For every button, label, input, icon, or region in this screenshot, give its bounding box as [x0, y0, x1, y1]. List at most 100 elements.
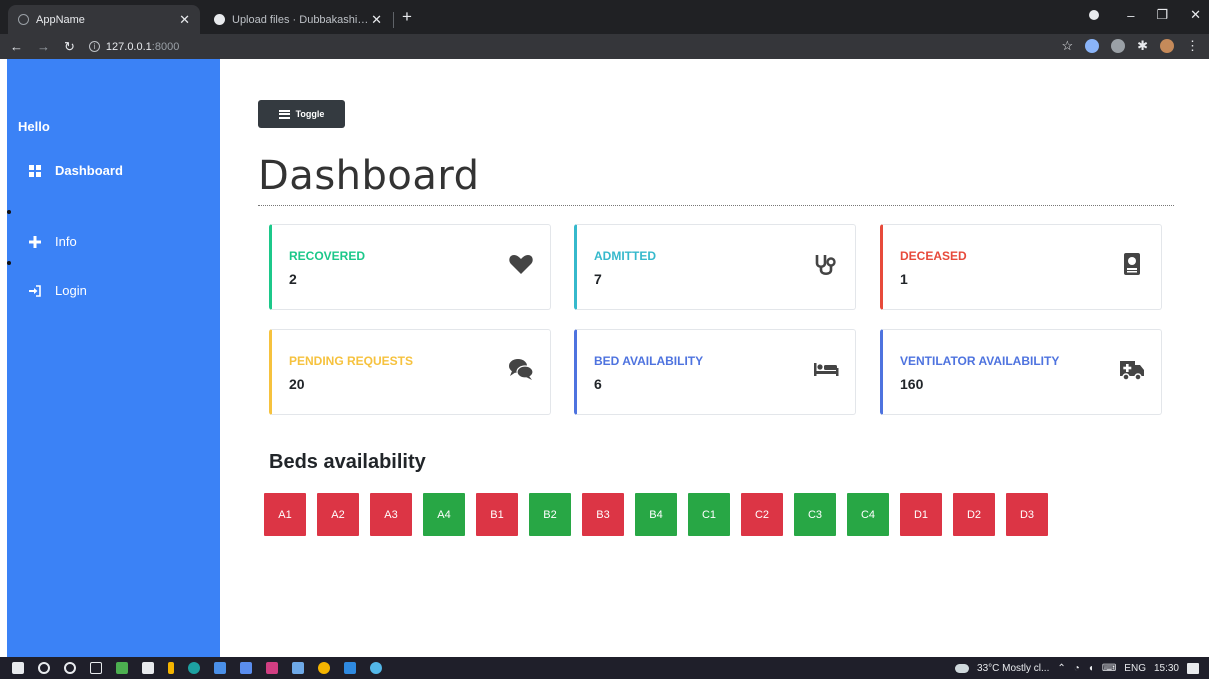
- card-recovered: RECOVERED 2: [269, 224, 551, 310]
- sidebar: Hello Dashboard Info Login: [7, 59, 220, 657]
- browser-tab-appname[interactable]: AppName ✕: [8, 5, 200, 34]
- bed-c4[interactable]: C4: [847, 493, 889, 536]
- vscode-icon[interactable]: [344, 662, 356, 674]
- main-content: Toggle Dashboard RECOVERED 2 ADMITTED 7 …: [220, 59, 1209, 657]
- toggle-button[interactable]: Toggle: [258, 100, 345, 128]
- browser-toolbar: ← → ↻ i 127.0.0.1:8000 ☆ ✱ ⋮: [0, 34, 1209, 59]
- bed-b2[interactable]: B2: [529, 493, 571, 536]
- minimize-icon[interactable]: –: [1127, 8, 1134, 23]
- keyboard-icon[interactable]: ⌨: [1102, 663, 1116, 674]
- beds-section-title: Beds availability: [269, 451, 426, 473]
- back-arrow-icon[interactable]: ←: [10, 39, 23, 54]
- windows-start-icon[interactable]: [12, 662, 24, 674]
- tab-separator: [393, 12, 394, 28]
- weather-text[interactable]: 33°C Mostly cl...: [977, 663, 1049, 674]
- bed-c2[interactable]: C2: [741, 493, 783, 536]
- close-tab-icon[interactable]: ✕: [371, 12, 382, 28]
- bed-d1[interactable]: D1: [900, 493, 942, 536]
- card-label: VENTILATOR AVAILABILITY: [900, 354, 1060, 368]
- bed-c1[interactable]: C1: [688, 493, 730, 536]
- extension-icon[interactable]: [1111, 39, 1126, 53]
- app-icon[interactable]: [266, 662, 278, 674]
- network-icon[interactable]: [240, 662, 252, 674]
- reload-icon[interactable]: ↻: [64, 39, 75, 55]
- card-value: 7: [594, 271, 602, 287]
- bed-a1[interactable]: A1: [264, 493, 306, 536]
- card-label: RECOVERED: [289, 249, 366, 263]
- maximize-icon[interactable]: ❐: [1156, 7, 1168, 23]
- extension-icon[interactable]: [1085, 39, 1100, 53]
- puzzle-icon[interactable]: ✱: [1137, 38, 1148, 54]
- close-window-icon[interactable]: ✕: [1190, 7, 1201, 23]
- sidebar-item-login[interactable]: Login: [29, 283, 87, 298]
- system-tray: 33°C Mostly cl... ⌃ ◔ ◖ ⌨ ENG 15:30: [955, 657, 1199, 679]
- address-bar[interactable]: i 127.0.0.1:8000: [88, 40, 180, 53]
- ambulance-icon: [1120, 361, 1144, 381]
- tab-title: AppName: [36, 13, 85, 26]
- notification-icon[interactable]: [1187, 662, 1199, 674]
- info-icon[interactable]: i: [88, 41, 100, 52]
- app-icon[interactable]: [292, 662, 304, 674]
- menu-dots-icon[interactable]: ⋮: [1186, 38, 1199, 54]
- grid-icon: [29, 164, 41, 177]
- bed-d3[interactable]: D3: [1006, 493, 1048, 536]
- close-tab-icon[interactable]: ✕: [179, 12, 190, 28]
- app-icon[interactable]: [370, 662, 382, 674]
- card-ventilator-availability: VENTILATOR AVAILABILITY 160: [880, 329, 1162, 415]
- extensions-area: ☆ ✱ ⋮: [1061, 38, 1199, 54]
- card-value: 1: [900, 271, 908, 287]
- task-view-icon[interactable]: [90, 662, 102, 674]
- widgets-icon[interactable]: [116, 662, 128, 674]
- window-controls: – ❐ ✕: [1089, 7, 1201, 23]
- language-indicator[interactable]: ENG: [1124, 663, 1146, 674]
- card-label: DECEASED: [900, 249, 967, 263]
- card-label: PENDING REQUESTS: [289, 354, 414, 368]
- bed-a3[interactable]: A3: [370, 493, 412, 536]
- new-tab-plus-icon[interactable]: +: [402, 7, 412, 27]
- sidebar-item-label: Info: [55, 234, 77, 249]
- bed-a2[interactable]: A2: [317, 493, 359, 536]
- browser-tab-bar: AppName ✕ Upload files · Dubbakashivared…: [0, 0, 1209, 34]
- card-pending-requests: PENDING REQUESTS 20: [269, 329, 551, 415]
- cloud-icon: [955, 663, 970, 673]
- bed-b3[interactable]: B3: [582, 493, 624, 536]
- profile-indicator-icon[interactable]: [1089, 10, 1100, 20]
- card-label: ADMITTED: [594, 249, 656, 263]
- bullet-dot: [7, 210, 11, 214]
- bed-c3[interactable]: C3: [794, 493, 836, 536]
- clock[interactable]: 15:30: [1154, 663, 1179, 674]
- bolt-icon[interactable]: [168, 662, 174, 674]
- sign-in-icon: [29, 284, 41, 297]
- bed-b4[interactable]: B4: [635, 493, 677, 536]
- beds-grid: A1 A2 A3 A4 B1 B2 B3 B4 C1 C2 C3 C4 D1 D2 D3: [264, 493, 1048, 536]
- url-port: :8000: [151, 40, 180, 53]
- chrome-icon[interactable]: [318, 662, 330, 674]
- bed-b1[interactable]: B1: [476, 493, 518, 536]
- book-medical-icon: [1124, 253, 1140, 275]
- wifi-icon[interactable]: ◔: [1074, 663, 1080, 674]
- browser-tab-upload[interactable]: Upload files · Dubbakashivareddy ✕: [204, 5, 392, 34]
- mail-icon[interactable]: [214, 662, 226, 674]
- store-icon[interactable]: [142, 662, 154, 674]
- forward-arrow-icon[interactable]: →: [37, 39, 50, 54]
- sidebar-greeting: Hello: [18, 119, 50, 134]
- sidebar-item-info[interactable]: Info: [29, 234, 77, 249]
- card-value: 20: [289, 376, 305, 392]
- card-value: 160: [900, 376, 924, 392]
- bullet-dot: [7, 261, 11, 265]
- chevron-up-icon[interactable]: ⌃: [1057, 663, 1065, 674]
- bed-d2[interactable]: D2: [953, 493, 995, 536]
- cortana-icon[interactable]: [64, 662, 76, 674]
- plus-icon: [29, 235, 41, 248]
- card-admitted: ADMITTED 7: [574, 224, 856, 310]
- bed-a4[interactable]: A4: [423, 493, 465, 536]
- avatar[interactable]: [1160, 39, 1174, 53]
- edge-icon[interactable]: [188, 662, 200, 674]
- search-icon[interactable]: [38, 662, 50, 674]
- star-icon[interactable]: ☆: [1061, 38, 1073, 54]
- github-icon: [214, 14, 225, 25]
- stethoscope-icon: [815, 255, 836, 276]
- os-taskbar: 33°C Mostly cl... ⌃ ◔ ◖ ⌨ ENG 15:30: [0, 657, 1209, 679]
- speaker-icon[interactable]: ◖: [1088, 663, 1094, 674]
- sidebar-item-dashboard[interactable]: Dashboard: [29, 163, 123, 178]
